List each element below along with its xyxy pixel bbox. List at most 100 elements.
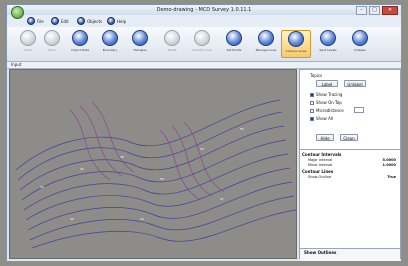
menu-edit-label: Edit	[61, 18, 69, 24]
checkbox-icon	[310, 108, 314, 113]
major-interval-row[interactable]: Major Interval 5.0000	[308, 158, 396, 162]
spot-levels-icon	[320, 30, 336, 46]
property-description: Show Outlines	[300, 248, 400, 261]
unlabel-button[interactable]: Unlabel	[344, 80, 366, 87]
set-points-button[interactable]: Set Points	[219, 30, 249, 58]
minor-interval-name: Minor Interval	[308, 163, 333, 167]
svg-text:55: 55	[240, 127, 244, 131]
menu-objects-label: Objects	[87, 18, 103, 24]
triangles-label: Triangles	[133, 48, 147, 52]
indexes-label: Indexes	[354, 48, 366, 52]
tab-strip: Input	[7, 62, 401, 69]
contour-intervals-section[interactable]: Contour Intervals	[302, 152, 341, 157]
menu-file-label: File	[37, 18, 44, 24]
clean-button[interactable]: Clean	[340, 134, 358, 141]
description-title: Show Outlines	[304, 250, 337, 255]
properties-panel: Topics Label Unlabel Show Tracing Show O…	[299, 69, 401, 261]
help-icon	[107, 17, 115, 25]
topics-group-label: Topics	[310, 73, 323, 78]
smooth-lines-button[interactable]: Smooth Lines	[187, 30, 217, 58]
window-controls: – □ ✕	[356, 6, 398, 15]
ribbon-toolbar: Undo Redo Import Data Boundary Triangles…	[7, 27, 401, 62]
break-label: Break	[167, 48, 177, 52]
contour-lines-icon	[288, 31, 304, 47]
manage-lines-button[interactable]: Manage Lines	[251, 30, 281, 58]
menu-help-label: Help	[117, 18, 127, 24]
microdistance-checkbox[interactable]: Microdistance	[310, 108, 344, 113]
label-button[interactable]: Label	[316, 80, 338, 87]
contour-lines-button[interactable]: Contour Lines	[281, 30, 311, 58]
major-interval-name: Major Interval	[308, 158, 333, 162]
break-button[interactable]: Break	[157, 30, 187, 58]
checkbox-icon	[310, 100, 314, 105]
show-on-top-checkbox[interactable]: Show On Top	[310, 100, 342, 105]
svg-text:40: 40	[70, 217, 74, 221]
edit-icon	[51, 17, 59, 25]
microdistance-input[interactable]	[354, 107, 364, 113]
application-window: Demo-drawing - MCD Survey 1.0.11.1 – □ ✕…	[6, 4, 402, 262]
show-tracing-label: Show Tracing	[316, 92, 343, 97]
svg-text:45: 45	[80, 167, 84, 171]
set-points-icon	[226, 30, 242, 46]
menu-edit[interactable]: Edit	[51, 17, 69, 25]
import-data-button[interactable]: Import Data	[65, 30, 95, 58]
redo-button[interactable]: Redo	[37, 30, 67, 58]
show-tracing-checkbox[interactable]: Show Tracing	[310, 92, 342, 97]
smooth-icon	[194, 30, 210, 46]
contour-lines-section[interactable]: Contour Lines	[302, 169, 333, 174]
checkbox-icon	[310, 92, 314, 97]
set-points-label: Set Points	[226, 48, 242, 52]
minimize-button[interactable]: –	[356, 6, 367, 15]
svg-text:48: 48	[120, 155, 124, 159]
show-outline-row[interactable]: Show Outline True	[308, 175, 396, 179]
checkbox-icon	[310, 116, 314, 121]
contour-lines-label: Contour Lines	[285, 49, 307, 53]
smooth-lines-label: Smooth Lines	[191, 48, 213, 52]
svg-text:47: 47	[220, 197, 224, 201]
file-icon	[27, 17, 35, 25]
spot-levels-button[interactable]: Spot Levels	[313, 30, 343, 58]
tab-input[interactable]: Input	[11, 62, 21, 67]
import-icon	[72, 30, 88, 46]
indexes-button[interactable]: Indexes	[345, 30, 375, 58]
import-data-label: Import Data	[70, 48, 90, 52]
title-bar: Demo-drawing - MCD Survey 1.0.11.1 – □ ✕	[7, 5, 401, 15]
show-outline-value: True	[387, 175, 396, 179]
maximize-button[interactable]: □	[369, 6, 380, 15]
indexes-icon	[352, 30, 368, 46]
menu-file[interactable]: File	[27, 17, 44, 25]
manage-lines-icon	[258, 30, 274, 46]
triangles-button[interactable]: Triangles	[125, 30, 155, 58]
undo-icon	[20, 30, 36, 46]
undo-label: Undo	[24, 48, 32, 52]
objects-icon	[77, 17, 85, 25]
drawing-canvas[interactable]: 42 45 48 50 52 55 40 44 47	[9, 69, 297, 259]
show-on-top-label: Show On Top	[316, 100, 342, 105]
svg-text:42: 42	[40, 185, 44, 189]
property-grid: Contour Intervals Major Interval 5.0000 M…	[300, 149, 400, 250]
show-all-checkbox[interactable]: Show All	[310, 116, 333, 121]
show-all-label: Show All	[316, 116, 334, 121]
svg-text:52: 52	[200, 147, 204, 151]
redo-label: Redo	[48, 48, 56, 52]
minor-interval-row[interactable]: Minor Interval 1.0000	[308, 163, 396, 167]
hide-button[interactable]: Hide	[316, 134, 334, 141]
svg-text:50: 50	[160, 177, 164, 181]
boundary-label: Boundary	[102, 48, 118, 52]
major-interval-value: 5.0000	[382, 158, 396, 162]
microdistance-label: Microdistance	[316, 108, 344, 113]
break-icon	[164, 30, 180, 46]
boundary-icon	[102, 30, 118, 46]
show-outline-name: Show Outline	[308, 175, 332, 179]
quick-access-bar: File Edit Objects Help	[7, 15, 401, 27]
svg-text:44: 44	[140, 217, 144, 221]
menu-objects[interactable]: Objects	[77, 17, 102, 25]
menu-help[interactable]: Help	[107, 17, 126, 25]
contour-map: 42 45 48 50 52 55 40 44 47	[15, 99, 296, 249]
app-menu-orb-icon[interactable]	[11, 6, 24, 19]
redo-icon	[44, 30, 60, 46]
minor-interval-value: 1.0000	[382, 163, 396, 167]
spot-levels-label: Spot Levels	[319, 48, 337, 52]
close-button[interactable]: ✕	[382, 6, 398, 15]
boundary-button[interactable]: Boundary	[95, 30, 125, 58]
